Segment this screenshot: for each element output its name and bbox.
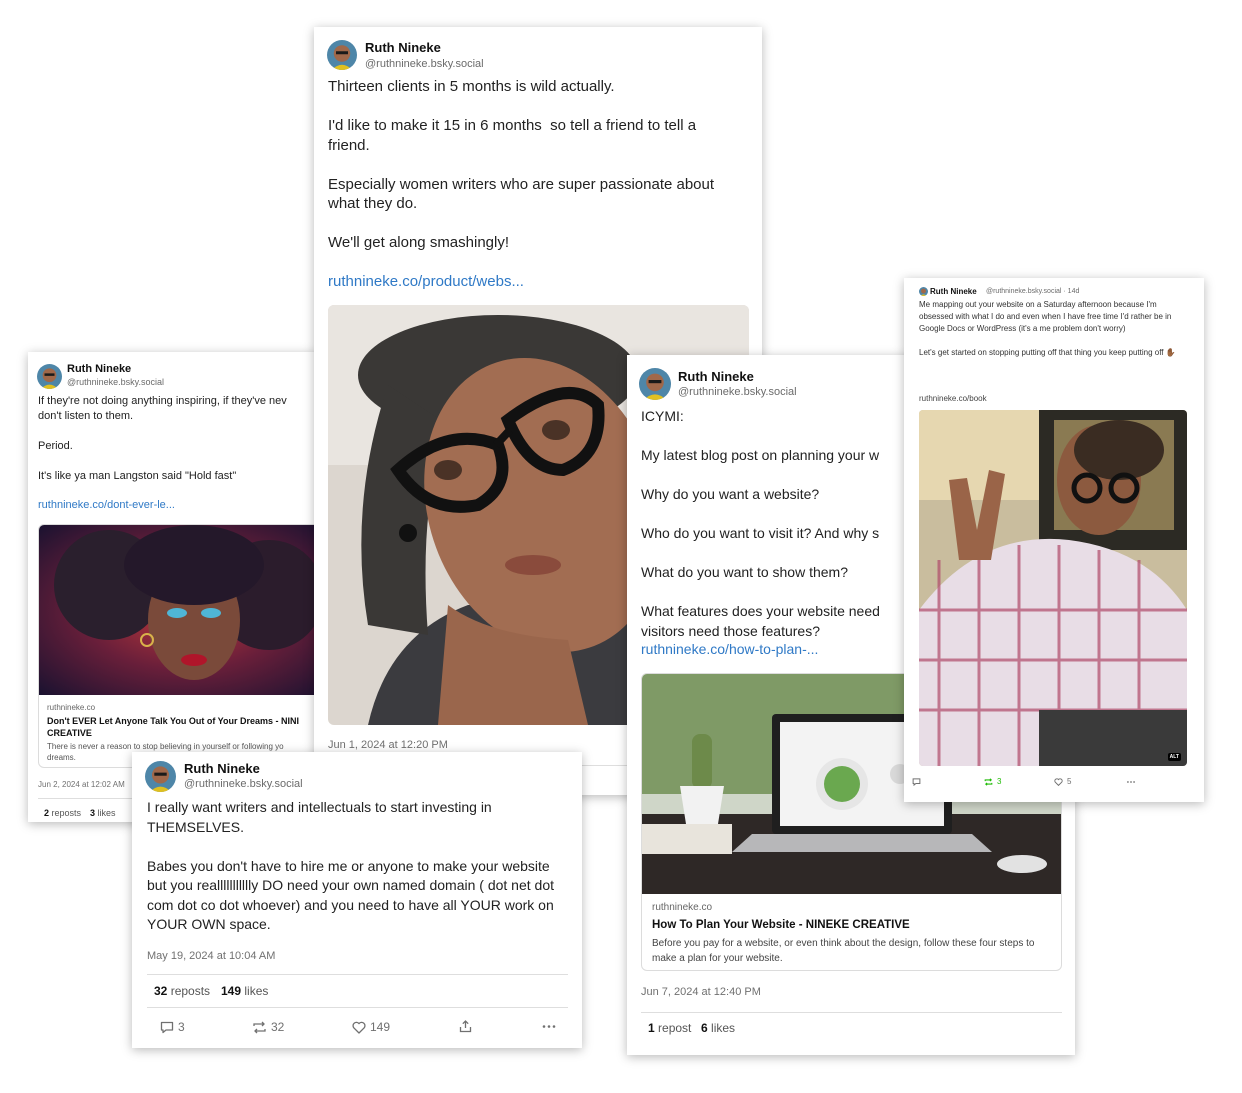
embed-title: How To Plan Your Website - NINEKE CREATI… xyxy=(652,919,910,931)
author-handle[interactable]: @ruthnineke.bsky.social xyxy=(365,58,484,70)
embed-image xyxy=(39,525,318,695)
embed-domain: ruthnineke.co xyxy=(652,902,713,913)
repost-count[interactable]: 1 repost xyxy=(648,1021,691,1035)
repost-button[interactable]: 32 xyxy=(252,1020,284,1034)
author-name[interactable]: Ruth Nineke xyxy=(67,363,131,375)
repost-action-count: 3 xyxy=(997,777,1002,786)
reply-icon xyxy=(912,778,921,786)
author-name[interactable]: Ruth Nineke xyxy=(365,40,441,55)
author-handle[interactable]: @ruthnineke.bsky.social xyxy=(184,778,303,790)
author-name[interactable]: Ruth Nineke xyxy=(184,761,260,776)
post-text: Thirteen clients in 5 months is wild act… xyxy=(328,78,715,251)
more-button[interactable] xyxy=(1126,778,1136,786)
author-handle[interactable]: @ruthnineke.bsky.social xyxy=(678,386,797,398)
avatar[interactable] xyxy=(919,287,928,296)
like-icon xyxy=(1054,777,1063,786)
divider xyxy=(641,1012,1062,1013)
post-link[interactable]: ruthnineke.co/dont-ever-le... xyxy=(38,499,175,511)
post-link[interactable]: ruthnineke.co/book xyxy=(919,394,987,403)
divider xyxy=(147,1007,568,1008)
like-count[interactable]: 3 likes xyxy=(90,808,116,818)
embed-domain: ruthnineke.co xyxy=(47,703,96,712)
like-button[interactable]: 149 xyxy=(352,1020,390,1034)
post-text: I really want writers and intellectuals … xyxy=(147,799,554,932)
link-card[interactable]: ruthnineke.co Don't EVER Let Anyone Talk… xyxy=(38,524,318,768)
share-icon xyxy=(459,1020,472,1033)
post-card-far-right: Ruth Nineke @ruthnineke.bsky.social · 14… xyxy=(904,278,1204,802)
like-action-count: 149 xyxy=(370,1020,391,1034)
reply-button[interactable] xyxy=(912,778,921,786)
like-count[interactable]: 6 likes xyxy=(701,1021,735,1035)
more-icon xyxy=(1127,781,1135,783)
repost-count[interactable]: 2 reposts xyxy=(44,808,81,818)
post-text: Me mapping out your website on a Saturda… xyxy=(919,300,1176,357)
like-count[interactable]: 149 likes xyxy=(221,984,268,998)
embed-title: Don't EVER Let Anyone Talk You Out of Yo… xyxy=(47,716,299,738)
more-icon xyxy=(542,1025,556,1028)
post-text: If they're not doing anything inspiring,… xyxy=(38,395,287,482)
post-timestamp: Jun 1, 2024 at 12:20 PM xyxy=(328,739,448,751)
post-link[interactable]: ruthnineke.co/product/webs... xyxy=(328,273,524,290)
avatar[interactable] xyxy=(145,761,176,792)
like-action-count: 5 xyxy=(1067,777,1072,786)
more-button[interactable] xyxy=(542,1020,556,1033)
share-button[interactable] xyxy=(459,1020,472,1033)
divider xyxy=(147,974,568,975)
embed-description: Before you pay for a website, or even th… xyxy=(652,938,1038,964)
author-handle[interactable]: @ruthnineke.bsky.social · 14d xyxy=(986,288,1079,295)
post-image[interactable]: ALT xyxy=(919,410,1187,766)
repost-count[interactable]: 32 reposts xyxy=(154,984,210,998)
post-timestamp: Jun 2, 2024 at 12:02 AM xyxy=(38,780,125,789)
repost-action-count: 32 xyxy=(271,1020,285,1034)
repost-button[interactable]: 3 xyxy=(984,777,1001,786)
reply-button[interactable]: 3 xyxy=(160,1020,185,1034)
author-handle[interactable]: @ruthnineke.bsky.social xyxy=(67,377,164,387)
avatar[interactable] xyxy=(639,368,671,400)
alt-badge[interactable]: ALT xyxy=(1167,753,1181,761)
like-button[interactable]: 5 xyxy=(1054,777,1071,786)
repost-icon xyxy=(253,1021,266,1033)
post-timestamp: May 19, 2024 at 10:04 AM xyxy=(147,950,276,962)
post-timestamp: Jun 7, 2024 at 12:40 PM xyxy=(641,986,761,998)
avatar[interactable] xyxy=(327,40,357,70)
reply-icon xyxy=(160,1021,174,1033)
post-link[interactable]: ruthnineke.co/how-to-plan-... xyxy=(641,641,818,657)
reply-count: 3 xyxy=(178,1020,185,1034)
repost-icon xyxy=(984,777,993,786)
author-name[interactable]: Ruth Nineke xyxy=(678,369,754,384)
post-card-bottom: Ruth Nineke @ruthnineke.bsky.social I re… xyxy=(132,752,582,1048)
like-icon xyxy=(352,1021,366,1034)
author-name[interactable]: Ruth Nineke xyxy=(930,287,977,296)
avatar[interactable] xyxy=(37,364,62,389)
